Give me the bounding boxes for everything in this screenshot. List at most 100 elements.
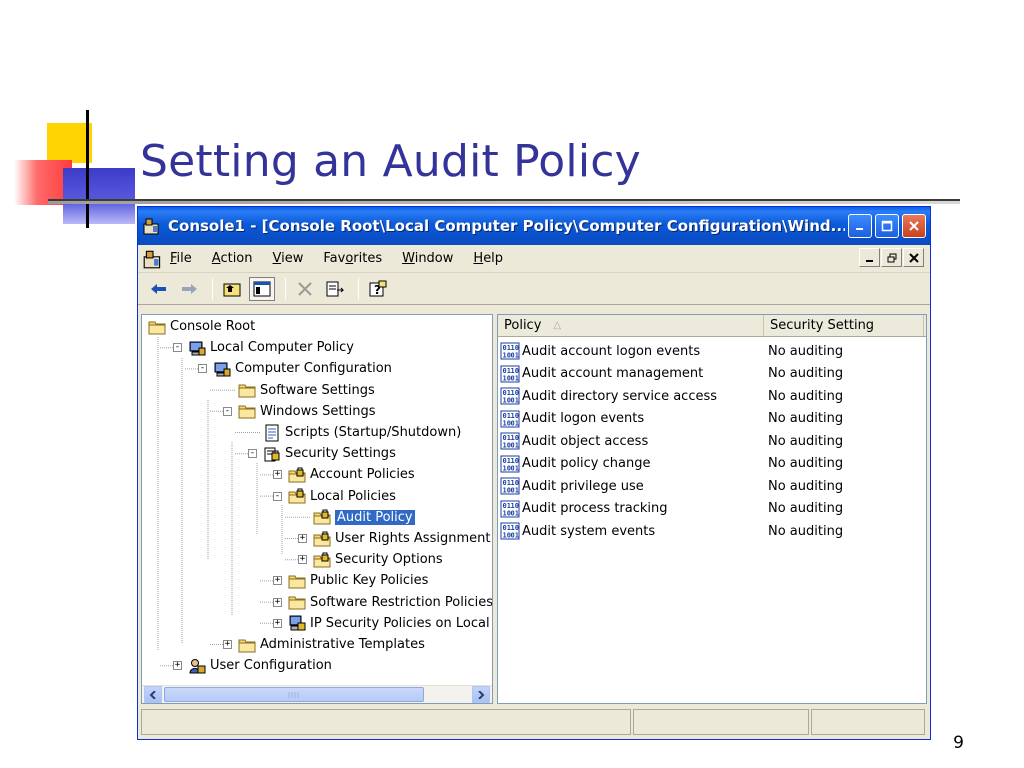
expand-icon[interactable]: + [298, 555, 307, 565]
back-button[interactable] [146, 277, 172, 301]
tree-item-security-settings[interactable]: - Security Settings [248, 443, 396, 464]
menu-view[interactable]: View [273, 251, 304, 266]
close-icon [908, 252, 919, 263]
table-row[interactable]: 01 10 10 01 Audit logon events No auditing [500, 408, 918, 430]
scroll-right-icon [478, 690, 485, 699]
tree-item-local-computer-policy[interactable]: - Local Computer Policy [173, 337, 354, 358]
export-list-button[interactable] [322, 277, 348, 301]
tree-item-label: IP Security Policies on Local Cc [310, 615, 493, 631]
menu-file[interactable]: File [170, 251, 192, 266]
policy-setting-icon: 01 1010 01 [500, 342, 520, 360]
security-setting-value: No auditing [768, 343, 844, 359]
menu-help[interactable]: Help [473, 251, 503, 266]
tree-item-security-options[interactable]: + Security Options [298, 549, 443, 570]
table-row[interactable]: 01 10 10 01 Audit object access No auditing [500, 430, 918, 452]
expand-icon[interactable]: + [273, 470, 282, 480]
collapse-icon[interactable]: - [198, 364, 207, 374]
table-row[interactable]: 01 10 10 01 Audit privilege use No auditing [500, 475, 918, 497]
maximize-button[interactable] [875, 214, 899, 238]
user-config-icon [189, 658, 206, 674]
svg-text:01: 01 [511, 397, 519, 405]
tree-item-computer-configuration[interactable]: - Computer Configuration [198, 358, 392, 379]
expand-icon[interactable]: + [273, 618, 282, 628]
back-arrow-icon [151, 283, 166, 294]
column-header-policy[interactable]: Policy △ [498, 315, 764, 336]
expand-icon[interactable]: + [173, 661, 182, 671]
security-setting-value: No auditing [768, 366, 844, 381]
menu-action[interactable]: Action [212, 251, 253, 266]
column-header-label: Security Setting [770, 318, 875, 333]
expand-icon[interactable]: + [273, 576, 282, 586]
tree-item-label: Software Settings [260, 382, 375, 398]
details-list[interactable]: Policy △ Security Setting 01 10 10 01 Audit … [497, 314, 927, 704]
table-row[interactable]: 01 10 10 01 Audit system events No auditing [500, 520, 918, 542]
toolbar-separator [358, 277, 359, 300]
delete-button[interactable] [292, 277, 318, 301]
security-setting-value: No auditing [768, 456, 844, 471]
toolbar-separator [285, 277, 286, 300]
policy-setting-icon: 01 1010 01 [500, 455, 520, 472]
slide-title: Setting an Audit Policy [140, 136, 641, 187]
tree-item-administrative-templates[interactable]: + Administrative Templates [223, 634, 425, 655]
scroll-thumb[interactable] [164, 687, 424, 702]
security-setting-value: No auditing [768, 523, 844, 539]
svg-text:01: 01 [511, 419, 519, 427]
tree-item-windows-settings[interactable]: - Windows Settings [223, 401, 375, 422]
mmc-window: Console1 - [Console Root\Local Computer … [137, 206, 931, 740]
close-button[interactable] [902, 214, 926, 238]
column-header-security-setting[interactable]: Security Setting [764, 315, 924, 336]
folder-icon [238, 384, 256, 398]
console-tree[interactable]: Console Root - Local Computer Policy - Compu… [141, 314, 493, 704]
policy-setting-icon: 01 1010 01 [500, 387, 520, 405]
up-one-level-button[interactable] [219, 277, 245, 301]
expand-icon[interactable]: + [298, 534, 307, 543]
expand-icon[interactable]: + [223, 640, 232, 649]
tree-item-audit-policy[interactable]: Audit Policy [298, 507, 415, 528]
policy-setting-icon: 01 1010 01 [500, 410, 520, 427]
expand-icon[interactable]: + [273, 597, 282, 607]
menu-window[interactable]: Window [402, 251, 453, 266]
child-restore-button[interactable] [881, 248, 902, 267]
maximize-icon [881, 220, 893, 232]
tree-item-ip-security-policies-on-local-cc[interactable]: + IP Security Policies on Local Cc [273, 613, 493, 634]
table-row[interactable]: 01 10 10 01 Audit process tracking No auditin… [500, 498, 918, 520]
menu-bar: File Action View Favorites Window Help [138, 245, 930, 273]
menu-favorites[interactable]: Favorites [323, 251, 382, 266]
column-header-label: Policy [504, 318, 542, 333]
tree-item-local-policies[interactable]: - Local Policies [273, 486, 396, 507]
table-row[interactable]: 01 10 10 01 Audit account logon events No aud… [500, 340, 918, 362]
scroll-right-button[interactable] [472, 686, 490, 703]
collapse-icon[interactable]: - [248, 449, 257, 459]
table-row[interactable]: 01 10 10 01 Audit directory service access No… [500, 385, 918, 407]
tree-item-public-key-policies[interactable]: + Public Key Policies [273, 570, 428, 591]
tree-horizontal-scrollbar[interactable] [142, 685, 492, 703]
tree-item-software-settings[interactable]: Software Settings [223, 380, 375, 401]
collapse-icon[interactable]: - [223, 406, 232, 416]
decor-title-rule-shadow [48, 201, 960, 204]
policy-setting-icon: 01 1010 01 [500, 500, 520, 517]
show-hide-tree-button[interactable] [249, 276, 275, 301]
document-menu-icon[interactable] [142, 248, 164, 270]
script-icon [265, 424, 279, 441]
tree-item-scripts-startup-shutdown[interactable]: Scripts (Startup/Shutdown) [248, 422, 461, 443]
tree-item-user-configuration[interactable]: + User Configuration [173, 655, 332, 676]
scroll-left-button[interactable] [144, 686, 162, 703]
tree-item-software-restriction-policies[interactable]: + Software Restriction Policies [273, 592, 492, 613]
table-row[interactable]: 01 10 10 01 Audit account management No audit… [500, 363, 918, 385]
tree-item-label: Account Policies [310, 467, 415, 483]
help-button[interactable]: ? [365, 277, 391, 301]
window-titlebar[interactable]: Console1 - [Console Root\Local Computer … [138, 207, 930, 245]
minimize-icon [865, 259, 873, 262]
tree-item-account-policies[interactable]: + Account Policies [273, 464, 415, 485]
child-minimize-button[interactable] [859, 248, 880, 267]
forward-button[interactable] [176, 277, 202, 301]
table-row[interactable]: 01 10 10 01 Audit policy change No auditing [500, 453, 918, 475]
collapse-icon[interactable]: - [273, 491, 282, 501]
tree-item-console-root[interactable]: Console Root [148, 316, 255, 337]
collapse-icon[interactable]: - [173, 343, 182, 353]
child-close-button[interactable] [903, 248, 924, 267]
tree-item-user-rights-assignment[interactable]: + User Rights Assignment [298, 528, 490, 549]
minimize-button[interactable] [848, 214, 872, 238]
